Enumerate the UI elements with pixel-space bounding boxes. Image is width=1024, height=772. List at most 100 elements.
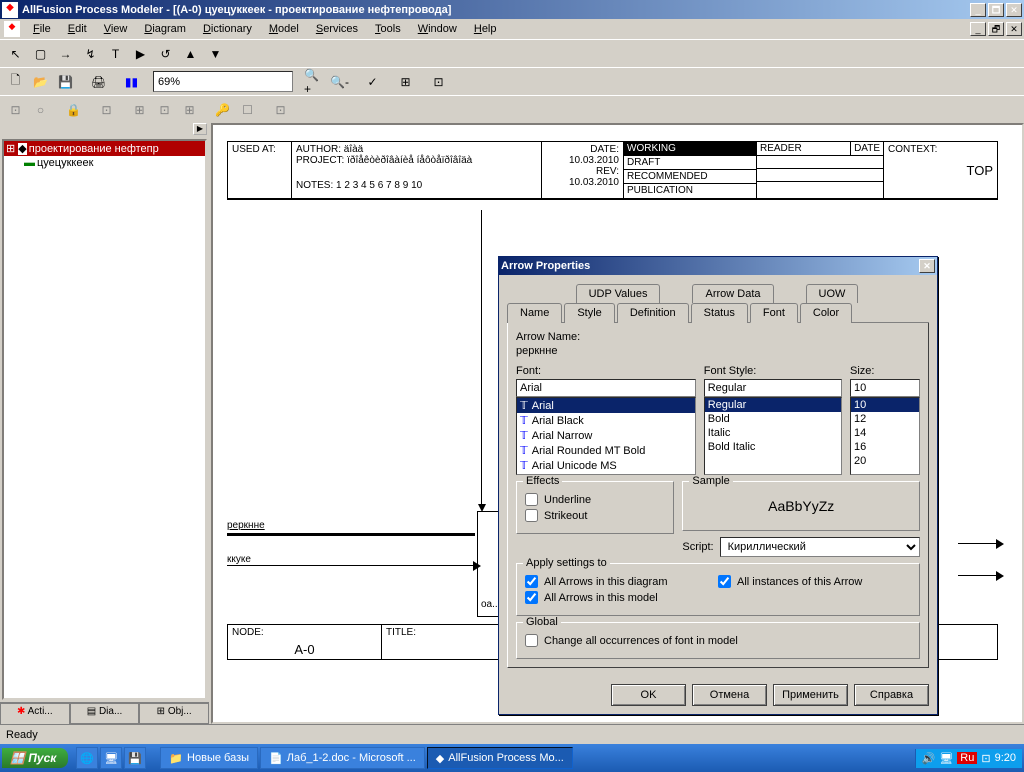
zoom-out-button[interactable]: 🔍-: [328, 71, 351, 93]
mdi-close[interactable]: ✕: [1006, 22, 1022, 36]
tab-uow[interactable]: UOW: [806, 284, 859, 303]
font-listbox[interactable]: 𝕋Arial 𝕋Arial Black 𝕋Arial Narrow 𝕋Arial…: [516, 397, 696, 475]
grid-button[interactable]: ⊡: [427, 71, 450, 93]
style-item[interactable]: Regular: [705, 398, 841, 412]
font-input[interactable]: [516, 379, 696, 397]
tb3-btn4[interactable]: ⊡: [95, 99, 118, 121]
underline-checkbox[interactable]: Underline: [525, 493, 665, 506]
font-item[interactable]: 𝕋Arial Rounded MT Bold: [517, 443, 695, 458]
tab-activities[interactable]: ✱ Acti...: [0, 703, 70, 724]
rect-tool[interactable]: ▢: [29, 43, 52, 65]
zoom-combo[interactable]: [153, 71, 293, 92]
palette-button[interactable]: ▮▮: [120, 71, 143, 93]
maximize-button[interactable]: 🗖: [988, 3, 1004, 17]
menu-dictionary[interactable]: Dictionary: [195, 21, 260, 37]
size-item[interactable]: 16: [851, 440, 919, 454]
tab-definition[interactable]: Definition: [617, 303, 689, 323]
all-diagram-checkbox[interactable]: All Arrows in this diagram: [525, 575, 718, 588]
zoom-in-button[interactable]: 🔍+: [303, 71, 326, 93]
tab-udp[interactable]: UDP Values: [576, 284, 661, 303]
spellcheck-button[interactable]: ✓: [361, 71, 384, 93]
model-tree[interactable]: ⊞ ◆ проектирование нефтепр ▬ цуецуккеек: [2, 139, 207, 700]
system-tray[interactable]: 🔊 🖥 Ru ⊡ 9:20: [915, 749, 1022, 768]
menu-file[interactable]: File: [25, 21, 59, 37]
tab-arrowdata[interactable]: Arrow Data: [692, 284, 773, 303]
tab-status[interactable]: Status: [691, 303, 748, 323]
mdi-restore[interactable]: 🗗: [988, 22, 1004, 36]
help-button[interactable]: Справка: [854, 684, 929, 706]
tb3-btn10[interactable]: ⊡: [269, 99, 292, 121]
menu-view[interactable]: View: [96, 21, 136, 37]
task-word[interactable]: 📄 Лаб_1-2.doc - Microsoft ...: [260, 747, 425, 769]
style-item[interactable]: Italic: [705, 426, 841, 440]
dialog-close-button[interactable]: ✕: [919, 259, 935, 273]
tb3-btn7[interactable]: ⊞: [178, 99, 201, 121]
mdi-minimize[interactable]: _: [970, 22, 986, 36]
style-input[interactable]: [704, 379, 842, 397]
script-select[interactable]: Кириллический: [720, 537, 920, 557]
tb3-btn5[interactable]: ⊞: [128, 99, 151, 121]
size-input[interactable]: [850, 379, 920, 397]
tunnel-tool[interactable]: ↯: [79, 43, 102, 65]
tb3-btn1[interactable]: ⊡: [4, 99, 27, 121]
size-listbox[interactable]: 10 12 14 16 20: [850, 397, 920, 475]
tb3-btn2[interactable]: ○: [29, 99, 52, 121]
up-tool[interactable]: ▲: [179, 43, 202, 65]
font-item[interactable]: 𝕋Arial Unicode MS: [517, 458, 695, 473]
style-listbox[interactable]: Regular Bold Italic Bold Italic: [704, 397, 842, 475]
task-allfusion[interactable]: ◆ AllFusion Process Mo...: [427, 747, 573, 769]
tab-color[interactable]: Color: [800, 303, 852, 323]
cancel-button[interactable]: Отмена: [692, 684, 767, 706]
minimize-button[interactable]: _: [970, 3, 986, 17]
all-model-checkbox[interactable]: All Arrows in this model: [525, 591, 718, 604]
menu-window[interactable]: Window: [410, 21, 465, 37]
menu-model[interactable]: Model: [261, 21, 307, 37]
font-item-arial[interactable]: 𝕋Arial: [517, 398, 695, 413]
strikeout-checkbox[interactable]: Strikeout: [525, 509, 665, 522]
size-item[interactable]: 10: [851, 398, 919, 412]
tb3-btn6[interactable]: ⊡: [153, 99, 176, 121]
style-item[interactable]: Bold: [705, 412, 841, 426]
arrow-label-1[interactable]: реркнне: [227, 520, 475, 531]
lang-indicator[interactable]: Ru: [957, 752, 977, 764]
print-button[interactable]: 🖨: [87, 71, 110, 93]
down-tool[interactable]: ▼: [204, 43, 227, 65]
hierarchy-button[interactable]: ⊞: [394, 71, 417, 93]
tab-objects[interactable]: ⊞ Obj...: [139, 703, 209, 724]
size-item[interactable]: 12: [851, 412, 919, 426]
quick-ie[interactable]: 🌐: [76, 747, 98, 769]
tray-icon1[interactable]: 🔊: [922, 752, 936, 765]
save-button[interactable]: 💾: [54, 71, 77, 93]
pointer-tool[interactable]: ↖: [4, 43, 27, 65]
tray-icon2[interactable]: 🖥: [939, 752, 953, 765]
menu-edit[interactable]: Edit: [60, 21, 95, 37]
arrow-label-2[interactable]: ккуке: [227, 554, 475, 565]
tree-root[interactable]: ⊞ ◆ проектирование нефтепр: [4, 141, 205, 156]
menu-tools[interactable]: Tools: [367, 21, 409, 37]
ok-button[interactable]: OK: [611, 684, 686, 706]
arrow-tool[interactable]: →: [54, 43, 77, 65]
quick-desktop[interactable]: 🖥: [100, 747, 122, 769]
tb3-btn8[interactable]: 🔑: [211, 99, 234, 121]
task-folder[interactable]: 📁 Новые базы: [160, 747, 258, 769]
all-instances-checkbox[interactable]: All instances of this Arrow: [718, 575, 911, 588]
menu-help[interactable]: Help: [466, 21, 505, 37]
style-item[interactable]: Bold Italic: [705, 440, 841, 454]
tb3-btn9[interactable]: ☐: [236, 99, 259, 121]
open-button[interactable]: 📂: [29, 71, 52, 93]
text-tool[interactable]: T: [104, 43, 127, 65]
apply-button[interactable]: Применить: [773, 684, 848, 706]
tb3-btn3[interactable]: 🔒: [62, 99, 85, 121]
new-button[interactable]: 🗋: [4, 71, 27, 93]
dialog-titlebar[interactable]: Arrow Properties ✕: [499, 257, 937, 275]
font-item[interactable]: 𝕋Arial Narrow: [517, 428, 695, 443]
close-button[interactable]: ✕: [1006, 3, 1022, 17]
font-item[interactable]: 𝕋Arial Black: [517, 413, 695, 428]
tree-child[interactable]: ▬ цуецуккеек: [4, 156, 205, 170]
menu-diagram[interactable]: Diagram: [136, 21, 194, 37]
tab-diagrams[interactable]: ▤ Dia...: [70, 703, 140, 724]
tab-name[interactable]: Name: [507, 303, 562, 323]
tray-icon3[interactable]: ⊡: [981, 752, 990, 765]
tab-font[interactable]: Font: [750, 303, 798, 323]
tab-style[interactable]: Style: [564, 303, 614, 323]
